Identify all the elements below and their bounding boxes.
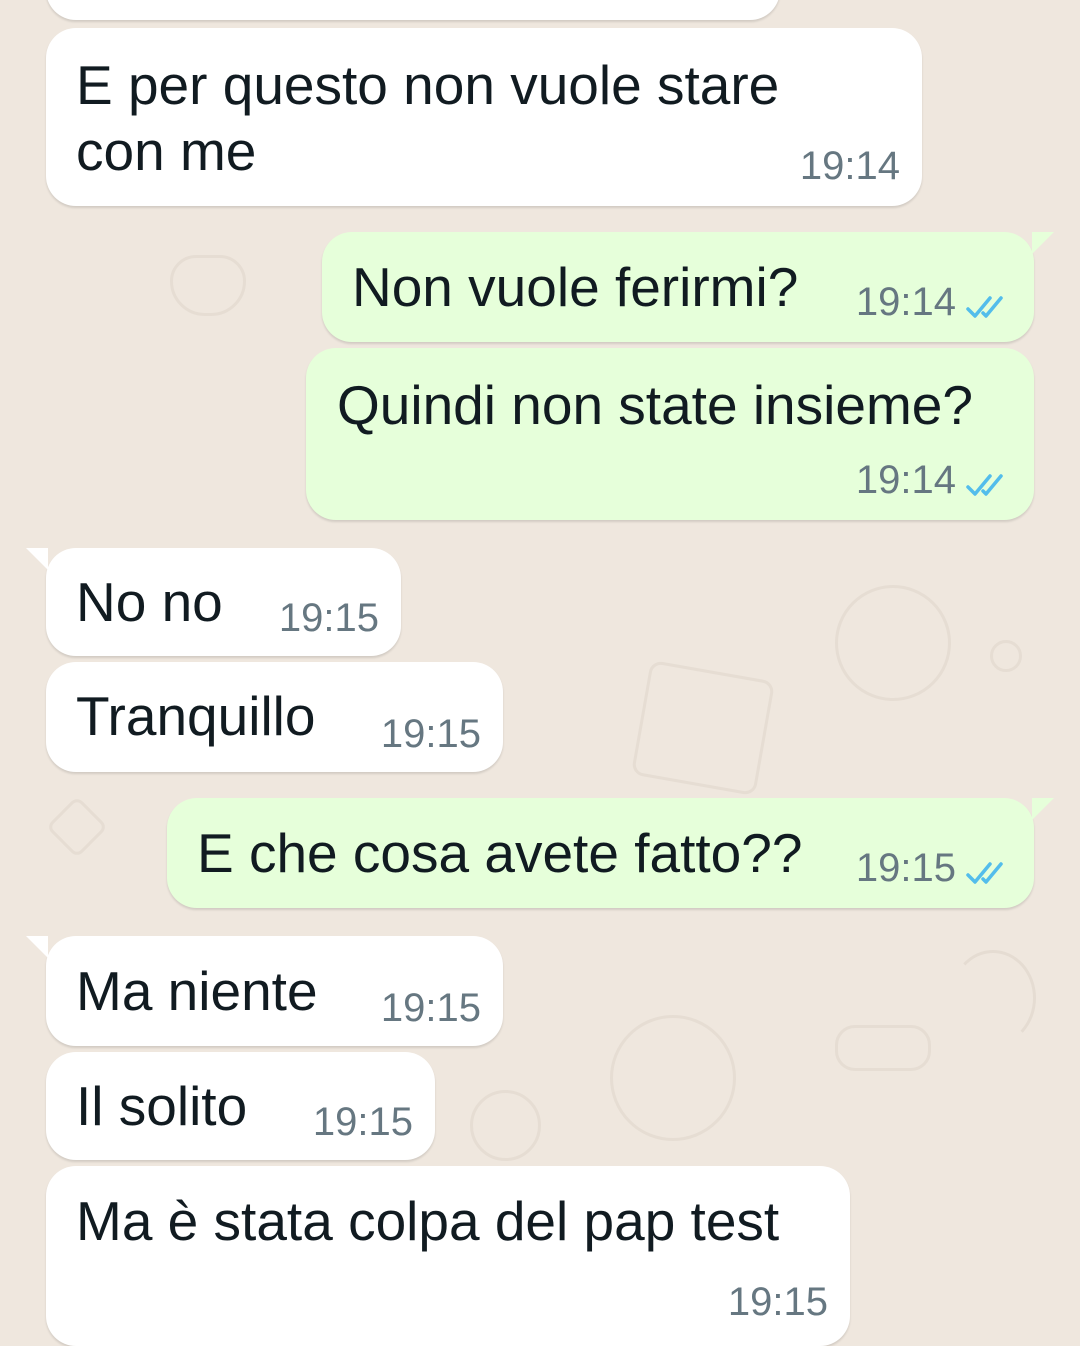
message-time: 19:14 [855,280,956,324]
doodle-heart-icon [170,255,246,316]
incoming-message-bubble[interactable]: Ma è stata colpa del pap test 19:15 [46,1166,850,1346]
message-text: E per questo non vuole stare con me [76,54,780,182]
message-text: Ma niente [76,960,318,1022]
message-text: Quindi non state insieme? [337,374,973,436]
incoming-message-bubble[interactable]: E per questo non vuole stare con me 19:1… [46,28,922,206]
message-text: No no [76,571,223,633]
message-text: Non vuole ferirmi? [352,256,799,318]
doodle-crescent-icon [950,950,1036,1046]
message-time: 19:15 [278,596,379,640]
message-text: E che cosa avete fatto?? [197,822,803,884]
message-time: 19:15 [727,1280,828,1324]
message-time: 19:15 [312,1100,413,1144]
outgoing-message-bubble[interactable]: Non vuole ferirmi? 19:14 [322,232,1054,342]
message-text: Ma è stata colpa del pap test [76,1190,780,1252]
incoming-message-bubble[interactable]: Il solito 19:15 [46,1052,435,1160]
doodle-square-icon [630,659,776,797]
message-time: 19:15 [380,986,481,1030]
message-time: 19:14 [799,144,900,188]
outgoing-message-bubble[interactable]: E che cosa avete fatto?? 19:15 [167,798,1054,908]
double-check-icon [966,859,1010,887]
incoming-message-bubble[interactable]: Ma niente 19:15 [26,936,503,1046]
message-time: 19:15 [855,846,956,890]
doodle-circle-icon [835,585,951,701]
message-time: 19:14 [855,458,956,502]
double-check-icon [966,293,1010,321]
previous-message-bubble[interactable] [46,0,780,20]
message-text: Il solito [76,1075,248,1137]
message-text: Tranquillo [76,685,316,747]
double-check-icon [966,471,1010,499]
message-time: 19:15 [380,712,481,756]
doodle-dots-icon [990,640,1022,672]
incoming-message-bubble[interactable]: Tranquillo 19:15 [46,662,503,772]
doodle-glasses-icon [835,1025,931,1071]
doodle-record-icon [610,1015,736,1141]
incoming-message-bubble[interactable]: No no 19:15 [26,548,401,656]
doodle-star-icon [45,795,109,859]
outgoing-message-bubble[interactable]: Quindi non state insieme? 19:14 [306,348,1034,520]
doodle-ring-icon [470,1090,541,1161]
